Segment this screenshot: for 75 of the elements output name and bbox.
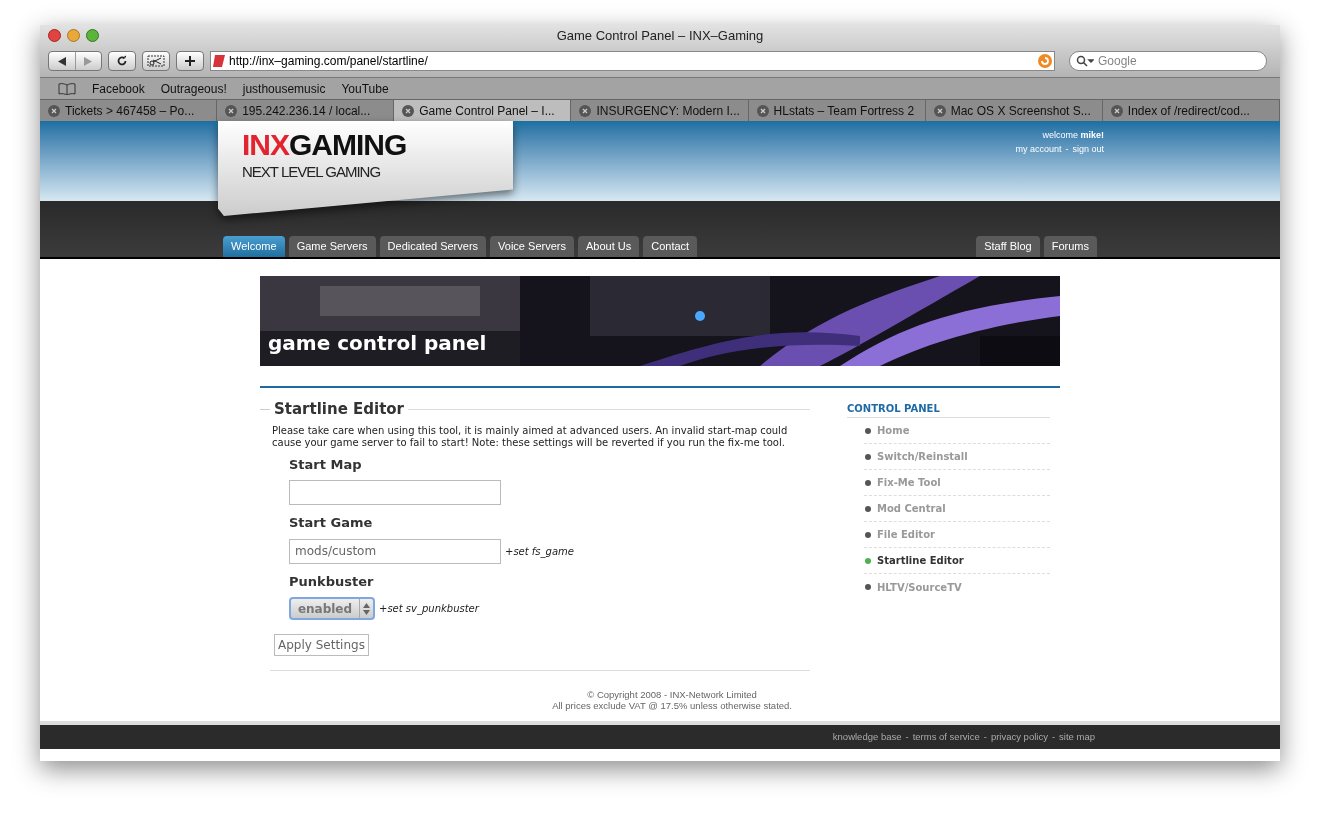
close-tab-icon[interactable]	[225, 104, 238, 117]
copyright-text: All prices exclude VAT @ 17.5% unless otherwise stated.	[552, 700, 792, 711]
footer-link[interactable]: site map	[1059, 729, 1095, 745]
close-tab-icon[interactable]	[402, 104, 415, 117]
bookmark-link[interactable]: justhousemusic	[242, 79, 326, 98]
field-note: +set fs_game	[505, 544, 574, 559]
nav-tab[interactable]: Voice Servers	[490, 236, 574, 257]
reload-button[interactable]	[108, 51, 136, 71]
link-separator: -	[1051, 729, 1056, 744]
tab-title: Game Control Panel – I...	[419, 102, 555, 120]
browser-tab[interactable]: Game Control Panel – I...	[394, 100, 572, 121]
tab-title: HLstats – Team Fortress 2	[773, 102, 915, 120]
nav-tab[interactable]: Contact	[643, 236, 698, 257]
search-field-input[interactable]: Google	[1098, 52, 1260, 70]
sidebar-link[interactable]: Startline Editor	[877, 553, 964, 568]
logo-wordmark[interactable]: INXGAMING	[242, 129, 513, 161]
bookmark-link[interactable]: Outrageous!	[160, 79, 227, 98]
tab-title: Mac OS X Screenshot S...	[950, 102, 1091, 120]
apply-settings-button[interactable]: Apply Settings	[274, 634, 369, 656]
window-title: Game Control Panel – INX–Gaming	[556, 27, 764, 46]
add-bookmark-button[interactable]	[176, 51, 204, 71]
site-icon	[213, 54, 227, 68]
logo-tagline: NEXT LEVEL GAMING	[242, 162, 382, 182]
search-icon	[1076, 55, 1094, 67]
nav-tab[interactable]: Welcome	[223, 236, 285, 257]
url-text: http://inx–gaming.com/panel/startline/	[229, 53, 429, 70]
text-field[interactable]: mods/custom	[289, 538, 501, 564]
nav-tab[interactable]: Game Servers	[288, 236, 376, 257]
reload-icon	[116, 55, 128, 67]
bookmark-link[interactable]: Facebook	[92, 79, 145, 98]
close-tab-icon[interactable]	[933, 104, 946, 117]
tab-title: 195.242.236.14 / local...	[242, 102, 371, 120]
nav-tab[interactable]: Forums	[1043, 236, 1097, 257]
close-tab-icon[interactable]	[48, 104, 60, 117]
plus-icon	[185, 56, 195, 66]
close-tab-icon[interactable]	[756, 104, 769, 117]
welcome-text: welcome mike!	[1042, 129, 1104, 142]
back-forward-buttons[interactable]	[48, 51, 102, 71]
section-title: Startline Editor	[274, 399, 405, 420]
stepper-icon	[363, 602, 370, 615]
sidebar-heading: CONTROL PANEL	[847, 398, 1050, 418]
bookmark-link[interactable]: YouTube	[341, 79, 389, 98]
rss-icon[interactable]	[1038, 54, 1052, 68]
warning-text: Please take care when using this tool, it is mainly aimed at advanced users. An invalid start-map could cause your game server to fail to start! Note: these settings will be reverted if you run the fix-me tool.	[271, 424, 789, 449]
field-note: +set sv_punkbuster	[379, 602, 479, 616]
clip-button[interactable]	[142, 51, 170, 71]
footer-link[interactable]: privacy policy	[990, 729, 1048, 745]
close-window-icon[interactable]	[48, 29, 61, 42]
footer-link[interactable]: terms of service	[912, 729, 980, 745]
nav-tab[interactable]: Dedicated Servers	[379, 236, 487, 257]
nav-tab[interactable]: Staff Blog	[976, 236, 1040, 257]
zoom-window-icon[interactable]	[86, 29, 99, 42]
nav-tab[interactable]: About Us	[577, 236, 640, 257]
field-label: Start Map	[289, 455, 363, 474]
scissors-icon	[147, 55, 165, 67]
link-separator: -	[905, 729, 909, 744]
tab-title: Index of /redirect/cod...	[1127, 102, 1250, 120]
minimize-window-icon[interactable]	[67, 29, 80, 42]
forward-icon[interactable]	[84, 56, 93, 66]
copyright-text: © Copyright 2008 - INX-Network Limited	[587, 689, 757, 700]
footer-link[interactable]: knowledge base	[832, 729, 902, 745]
text-field[interactable]	[289, 480, 501, 505]
book-icon[interactable]	[58, 82, 76, 95]
address-field[interactable]: http://inx–gaming.com/panel/startline/	[210, 51, 1055, 71]
close-tab-icon[interactable]	[579, 104, 592, 117]
back-icon[interactable]	[57, 56, 66, 66]
search-field[interactable]: Google	[1069, 51, 1267, 71]
field-label: Start Game	[289, 514, 374, 532]
field-label: Punkbuster	[289, 572, 375, 591]
link-separator: -	[983, 729, 987, 744]
link-separator: -	[1065, 142, 1069, 156]
tab-title: Tickets > 467458 – Po...	[65, 102, 195, 120]
tab-title: INSURGENCY: Modern I...	[596, 102, 740, 120]
banner-title: game control panel	[268, 330, 487, 357]
close-tab-icon[interactable]	[1110, 104, 1123, 117]
